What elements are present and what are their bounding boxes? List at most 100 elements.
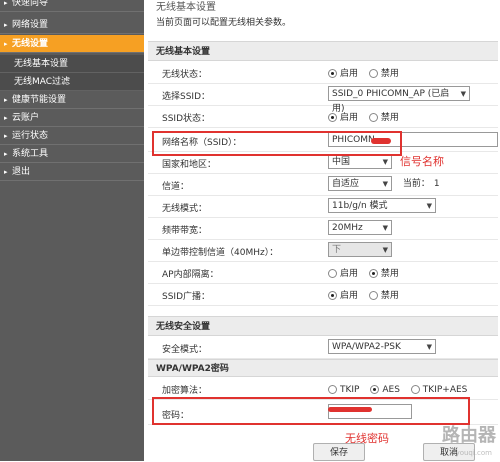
password-redaction-scribble	[328, 407, 372, 412]
radio-wireless-enable[interactable]: 启用	[328, 66, 358, 82]
row-ssid-status: SSID状态： 启用 禁用	[148, 106, 498, 128]
radio-broadcast-enable[interactable]: 启用	[328, 288, 358, 304]
nav-label: 无线设置	[12, 39, 49, 49]
ssid-annotation: 信号名称	[400, 155, 444, 168]
radio-broadcast-disable[interactable]: 禁用	[368, 288, 399, 304]
country-select[interactable]: 中国	[328, 154, 392, 170]
ssid-status-label: SSID状态：	[162, 114, 211, 124]
nav-subitem-mac-filter[interactable]: 无线MAC过滤	[0, 73, 144, 91]
row-security-mode: 安全模式： WPA/WPA2-PSK	[148, 337, 498, 359]
nav-label: 运行状态	[12, 131, 49, 141]
radio-ssid-disable[interactable]: 禁用	[368, 110, 399, 126]
sideband-label: 单边带控制信道（40MHz）：	[162, 248, 279, 258]
current-channel-label: 当前：	[402, 179, 430, 189]
section-security-header: 无线安全设置	[148, 316, 498, 336]
radio-label: 启用	[340, 69, 359, 79]
page-description: 当前页面可以配置无线相关参数。	[156, 18, 292, 28]
radio-label: 禁用	[380, 113, 399, 123]
nav-item-wireless[interactable]: ▸ 无线设置	[0, 35, 144, 53]
radio-icon	[328, 269, 337, 278]
mode-label: 无线模式：	[162, 204, 208, 214]
radio-cipher-aes[interactable]: AES	[370, 382, 400, 398]
radio-icon	[410, 385, 420, 394]
bandwidth-select[interactable]: 20MHz	[328, 220, 392, 236]
sideband-select: 下	[328, 242, 392, 258]
nav-subitem-wireless-basic[interactable]: 无线基本设置	[0, 55, 144, 73]
watermark-logo: 路由器	[442, 425, 496, 446]
nav-item-logout[interactable]: ▸ 退出	[0, 163, 144, 181]
select-ssid-label: 选择SSID：	[162, 92, 211, 102]
row-mode: 无线模式： 11b/g/n 模式	[148, 196, 498, 218]
radio-icon	[328, 113, 337, 122]
nav-item-system-tools[interactable]: ▸ 系统工具	[0, 145, 144, 163]
row-select-ssid: 选择SSID： SSID_0 PHICOMN_AP (已启用)	[148, 84, 498, 114]
password-annotation: 无线密码	[345, 432, 389, 445]
ssid-select[interactable]: SSID_0 PHICOMN_AP (已启用)	[328, 86, 470, 114]
radio-label: TKIP+AES	[422, 385, 468, 395]
triangle-right-icon: ▸	[4, 21, 8, 29]
triangle-right-icon: ▸	[4, 114, 8, 122]
channel-label: 信道：	[162, 182, 190, 192]
radio-isolation-enable[interactable]: 启用	[328, 266, 358, 282]
radio-label: AES	[382, 385, 400, 395]
cipher-label: 加密算法：	[162, 386, 208, 396]
mode-select[interactable]: 11b/g/n 模式	[328, 198, 436, 214]
section-basic-header: 无线基本设置	[148, 41, 498, 61]
current-channel-value: 1	[433, 179, 440, 189]
radio-label: 启用	[340, 113, 359, 123]
radio-label: 启用	[340, 269, 359, 279]
nav-item-energy[interactable]: ▸ 健康节能设置	[0, 91, 144, 109]
radio-isolation-disable[interactable]: 禁用	[368, 266, 399, 282]
row-ap-isolation: AP内部隔离： 启用 禁用	[148, 262, 498, 284]
nav-item-network[interactable]: ▸ 网络设置	[0, 16, 144, 34]
nav-item-status[interactable]: ▸ 运行状态	[0, 127, 144, 145]
radio-icon	[370, 385, 380, 394]
radio-ssid-enable[interactable]: 启用	[328, 110, 358, 126]
ssid-redaction-scribble	[371, 138, 391, 144]
radio-label: 禁用	[380, 269, 399, 279]
nav-label: 无线基本设置	[14, 59, 69, 69]
radio-icon	[368, 269, 378, 278]
nav-item-quick-guide[interactable]: ▸ 快速向导	[0, 0, 144, 12]
main-content: 无线基本设置 当前页面可以配置无线相关参数。 无线基本设置 无线状态： 启用 禁…	[148, 0, 500, 461]
radio-label: TKIP	[340, 385, 360, 395]
sidebar: ▸ 快速向导 ▸ 网络设置 ▸ 无线设置 无线基本设置 无线MAC过滤 ▸ 健康节能设置…	[0, 0, 144, 461]
country-label: 国家和地区：	[162, 160, 217, 170]
triangle-right-icon: ▸	[4, 150, 8, 158]
nav-label: 退出	[12, 167, 31, 177]
nav-label: 云账户	[12, 113, 40, 123]
nav-item-cloud[interactable]: ▸ 云账户	[0, 109, 144, 127]
row-sideband: 单边带控制信道（40MHz）： 下	[148, 240, 498, 262]
radio-cipher-tkip[interactable]: TKIP	[328, 382, 359, 398]
radio-icon	[368, 69, 378, 78]
radio-icon	[328, 69, 337, 78]
channel-select[interactable]: 自适应	[328, 176, 392, 192]
wireless-status-label: 无线状态：	[162, 70, 208, 80]
nav-label: 快速向导	[12, 0, 49, 8]
security-mode-label: 安全模式：	[162, 345, 208, 355]
row-wireless-status: 无线状态： 启用 禁用	[148, 62, 498, 84]
radio-icon	[368, 113, 378, 122]
nav-label: 无线MAC过滤	[14, 77, 71, 87]
section-wpa-header: WPA/WPA2密码	[148, 359, 498, 377]
bandwidth-label: 频带带宽：	[162, 226, 208, 236]
triangle-right-icon: ▸	[4, 40, 8, 48]
ssid-highlight-box	[152, 131, 402, 156]
security-mode-select[interactable]: WPA/WPA2-PSK	[328, 339, 436, 355]
radio-wireless-disable[interactable]: 禁用	[368, 66, 399, 82]
page-title: 无线基本设置	[156, 2, 216, 13]
triangle-right-icon: ▸	[4, 168, 8, 176]
password-highlight-box	[152, 397, 470, 425]
ssid-broadcast-label: SSID广播：	[162, 292, 211, 302]
radio-label: 禁用	[380, 291, 399, 301]
triangle-right-icon: ▸	[4, 132, 8, 140]
radio-icon	[328, 385, 337, 394]
radio-label: 禁用	[380, 69, 399, 79]
radio-label: 启用	[340, 291, 359, 301]
nav-label: 健康节能设置	[12, 95, 67, 105]
radio-cipher-tkip-aes[interactable]: TKIP+AES	[410, 382, 468, 398]
ap-isolation-label: AP内部隔离：	[162, 270, 219, 280]
nav-label: 网络设置	[12, 20, 49, 30]
triangle-right-icon: ▸	[4, 96, 8, 104]
nav-label: 系统工具	[12, 149, 49, 159]
